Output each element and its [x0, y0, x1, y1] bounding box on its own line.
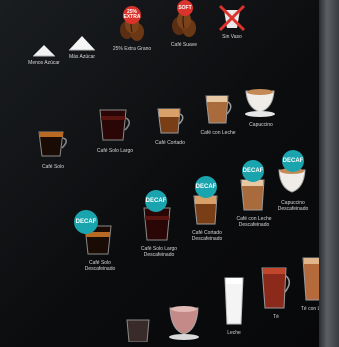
cafe-solo-label: Café Solo [42, 164, 64, 170]
sugar-pile-small-icon [33, 45, 55, 57]
leche-label: Leche [227, 330, 241, 336]
row4-item-2[interactable] [162, 304, 206, 344]
cafe-con-leche-descafeinado-label: Café con Leche Descafeinado [236, 216, 272, 228]
soft-badge: SOFT [177, 0, 193, 16]
capuccino-option[interactable]: Capuccino [238, 86, 284, 128]
cappuccino-cup-icon [245, 89, 275, 117]
sugar-pile-large-icon [69, 36, 95, 51]
espresso-cup-icon [38, 131, 67, 157]
cafe-cortado-label: Café Cortado [155, 140, 185, 146]
cafe-solo-largo-label: Café Solo Largo [96, 148, 134, 154]
decaf-cup-wrap-5: DECAF [276, 150, 310, 198]
less-sugar-option[interactable]: Menos Azúcar [24, 42, 64, 66]
more-sugar-option[interactable]: Más Azúcar [62, 34, 102, 60]
cafe-solo-descafeinado-option[interactable]: DECAF Café Solo Descafeinado [72, 210, 128, 272]
no-cup-option[interactable]: Sin Vaso [212, 2, 252, 40]
selection-panel: Menos Azúcar Más Azúcar 25% EXTRA 25% Ex… [0, 0, 339, 347]
cortado-cup-icon [157, 108, 184, 134]
decaf-badge: DECAF [145, 190, 167, 212]
cafe-solo-option[interactable]: Café Solo [28, 126, 78, 170]
cafe-con-leche-option[interactable]: Café con Leche [192, 92, 244, 136]
extra-bean-label: 25% Extra Grano [112, 46, 152, 52]
decaf-badge: DECAF [74, 210, 98, 234]
bean-icon-wrap-soft: SOFT [169, 0, 199, 40]
decaf-badge: DECAF [282, 150, 304, 172]
leche-option[interactable]: Leche [214, 276, 254, 336]
capuccino-label: Capuccino [249, 122, 273, 128]
decaf-cup-wrap-1: DECAF [74, 210, 120, 258]
cafe-con-leche-label: Café con Leche [200, 130, 236, 136]
cafe-solo-largo-option[interactable]: Café Solo Largo [88, 106, 142, 154]
row4-item-1[interactable] [118, 318, 158, 344]
capuccino-descafeinado-label: Capuccino Descafeinado [277, 200, 309, 212]
long-coffee-cup-icon [99, 109, 130, 141]
te-label: Té [273, 314, 279, 320]
cafe-cortado-option[interactable]: Café Cortado [145, 104, 195, 146]
decaf-cup-wrap-3: DECAF [189, 176, 225, 228]
milk-glass-icon [224, 277, 244, 325]
chocolate-cup-icon [169, 306, 199, 340]
cafe-solo-descafeinado-label: Café Solo Descafeinado [84, 260, 116, 272]
more-sugar-label: Más Azúcar [68, 54, 96, 60]
decaf-cup-wrap-4: DECAF [236, 160, 272, 214]
no-cup-icon [218, 4, 246, 32]
soft-coffee-label: Café Suave [170, 42, 198, 48]
tea-cup-icon [261, 267, 290, 309]
vending-display: Menos Azúcar Más Azúcar 25% EXTRA 25% Ex… [0, 0, 339, 347]
cafe-solo-largo-descafeinado-label: Café Solo Largo Descafeinado [140, 246, 178, 258]
soft-coffee-option[interactable]: SOFT Café Suave [164, 0, 204, 48]
latte-cup-icon [205, 95, 232, 124]
decaf-cup-wrap-2: DECAF [139, 190, 179, 244]
te-option[interactable]: Té [254, 260, 298, 320]
decaf-badge: DECAF [242, 160, 264, 182]
cafe-cortado-descafeinado-label: Café Cortado Descafeinado [191, 230, 223, 242]
no-cup-label: Sin Vaso [222, 34, 242, 40]
capuccino-descafeinado-option[interactable]: DECAF Capuccino Descafeinado [270, 150, 316, 212]
device-bezel [319, 0, 339, 347]
bean-icon-wrap: 25% EXTRA [117, 6, 147, 44]
extra-badge: 25% EXTRA [123, 6, 141, 24]
decaf-badge: DECAF [195, 176, 217, 198]
less-sugar-label: Menos Azúcar [28, 60, 60, 66]
extra-bean-option[interactable]: 25% EXTRA 25% Extra Grano [110, 6, 154, 52]
glass-icon [126, 319, 150, 342]
